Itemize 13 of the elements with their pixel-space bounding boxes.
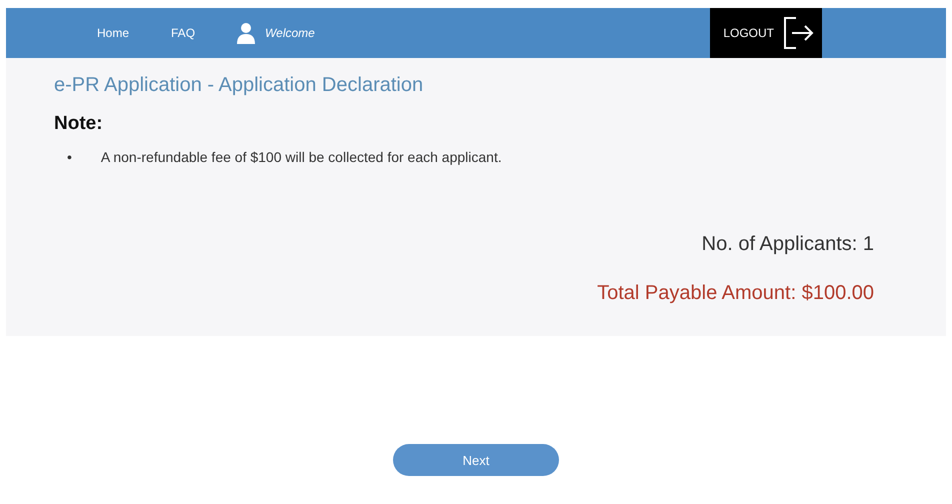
logout-button[interactable]: LOGOUT: [710, 8, 822, 58]
note-heading: Note:: [54, 113, 104, 135]
total-amount: Total Payable Amount: $100.00: [597, 282, 874, 305]
note-text: A non-refundable fee of $100 will be collected for each applicant.: [100, 149, 502, 165]
user-icon: [237, 22, 256, 44]
next-button[interactable]: Next: [393, 444, 559, 476]
welcome-text: Welcome: [265, 26, 315, 40]
nav-link[interactable]: FAQ: [171, 26, 196, 40]
page-title: e-PR Application - Application Declaration: [54, 74, 424, 97]
nav-link[interactable]: Home: [97, 26, 130, 40]
logout-icon: [784, 17, 814, 49]
bullet-mark: •: [67, 149, 72, 165]
applicants-count: No. of Applicants: 1: [702, 233, 874, 256]
